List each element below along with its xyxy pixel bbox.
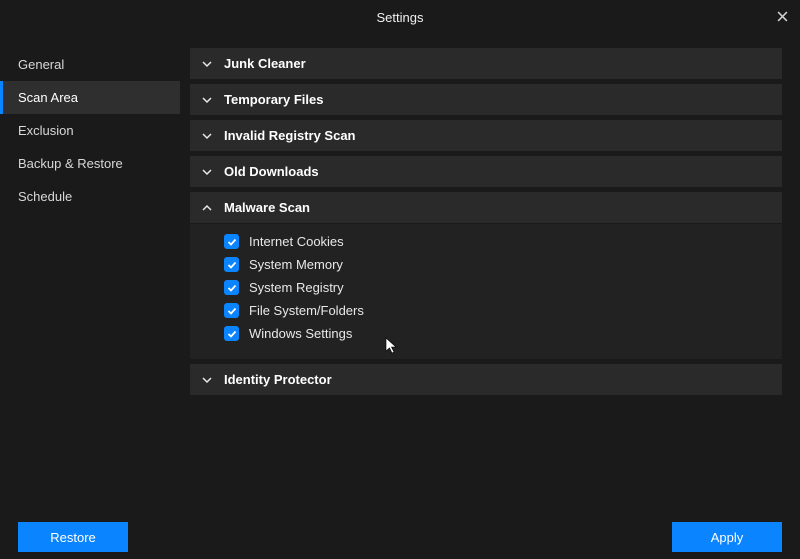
- checkbox[interactable]: [224, 257, 239, 272]
- section-junk-cleaner-header[interactable]: Junk Cleaner: [190, 48, 782, 79]
- checkbox-label: System Memory: [249, 257, 343, 272]
- checkbox[interactable]: [224, 303, 239, 318]
- section-invalid-registry-scan-header[interactable]: Invalid Registry Scan: [190, 120, 782, 151]
- section-malware-scan-header[interactable]: Malware Scan: [190, 192, 782, 223]
- section-old-downloads-header[interactable]: Old Downloads: [190, 156, 782, 187]
- chevron-down-icon: [202, 131, 216, 141]
- check-internet-cookies[interactable]: Internet Cookies: [224, 230, 772, 253]
- section-invalid-registry-scan: Invalid Registry Scan: [190, 120, 782, 151]
- check-system-registry[interactable]: System Registry: [224, 276, 772, 299]
- chevron-up-icon: [202, 203, 216, 213]
- sidebar-item-scan-area[interactable]: Scan Area: [0, 81, 180, 114]
- checkbox[interactable]: [224, 326, 239, 341]
- titlebar: Settings: [0, 0, 800, 34]
- section-label: Identity Protector: [224, 372, 332, 387]
- close-icon: [777, 10, 788, 25]
- checkbox-label: File System/Folders: [249, 303, 364, 318]
- section-identity-protector-header[interactable]: Identity Protector: [190, 364, 782, 395]
- section-label: Junk Cleaner: [224, 56, 306, 71]
- apply-button[interactable]: Apply: [672, 522, 782, 552]
- footer: Restore Apply: [0, 515, 800, 559]
- sidebar-item-backup-restore[interactable]: Backup & Restore: [0, 147, 180, 180]
- sidebar-item-exclusion[interactable]: Exclusion: [0, 114, 180, 147]
- check-system-memory[interactable]: System Memory: [224, 253, 772, 276]
- chevron-down-icon: [202, 59, 216, 69]
- checkbox-label: Internet Cookies: [249, 234, 344, 249]
- chevron-down-icon: [202, 95, 216, 105]
- checkbox[interactable]: [224, 234, 239, 249]
- sidebar: General Scan Area Exclusion Backup & Restor…: [0, 34, 180, 514]
- check-windows-settings[interactable]: Windows Settings: [224, 322, 772, 345]
- restore-button[interactable]: Restore: [18, 522, 128, 552]
- section-malware-scan: Malware Scan Internet Cookies System Memor…: [190, 192, 782, 359]
- sidebar-item-general[interactable]: General: [0, 48, 180, 81]
- check-file-system-folders[interactable]: File System/Folders: [224, 299, 772, 322]
- section-temporary-files-header[interactable]: Temporary Files: [190, 84, 782, 115]
- sidebar-item-label: Exclusion: [18, 123, 74, 138]
- checkbox[interactable]: [224, 280, 239, 295]
- sidebar-item-label: Backup & Restore: [18, 156, 123, 171]
- section-malware-scan-body: Internet Cookies System Memory System Regi…: [190, 223, 782, 359]
- section-identity-protector: Identity Protector: [190, 364, 782, 395]
- section-label: Temporary Files: [224, 92, 323, 107]
- content-panel: Junk Cleaner Temporary Files Invalid Regis…: [180, 34, 800, 514]
- sidebar-item-label: Schedule: [18, 189, 72, 204]
- checkbox-label: System Registry: [249, 280, 344, 295]
- sidebar-item-label: Scan Area: [18, 90, 78, 105]
- section-label: Old Downloads: [224, 164, 319, 179]
- section-old-downloads: Old Downloads: [190, 156, 782, 187]
- chevron-down-icon: [202, 375, 216, 385]
- window-title: Settings: [377, 10, 424, 25]
- section-junk-cleaner: Junk Cleaner: [190, 48, 782, 79]
- section-temporary-files: Temporary Files: [190, 84, 782, 115]
- close-button[interactable]: [772, 7, 792, 27]
- checkbox-label: Windows Settings: [249, 326, 352, 341]
- sidebar-item-label: General: [18, 57, 64, 72]
- chevron-down-icon: [202, 167, 216, 177]
- section-label: Invalid Registry Scan: [224, 128, 356, 143]
- section-label: Malware Scan: [224, 200, 310, 215]
- sidebar-item-schedule[interactable]: Schedule: [0, 180, 180, 213]
